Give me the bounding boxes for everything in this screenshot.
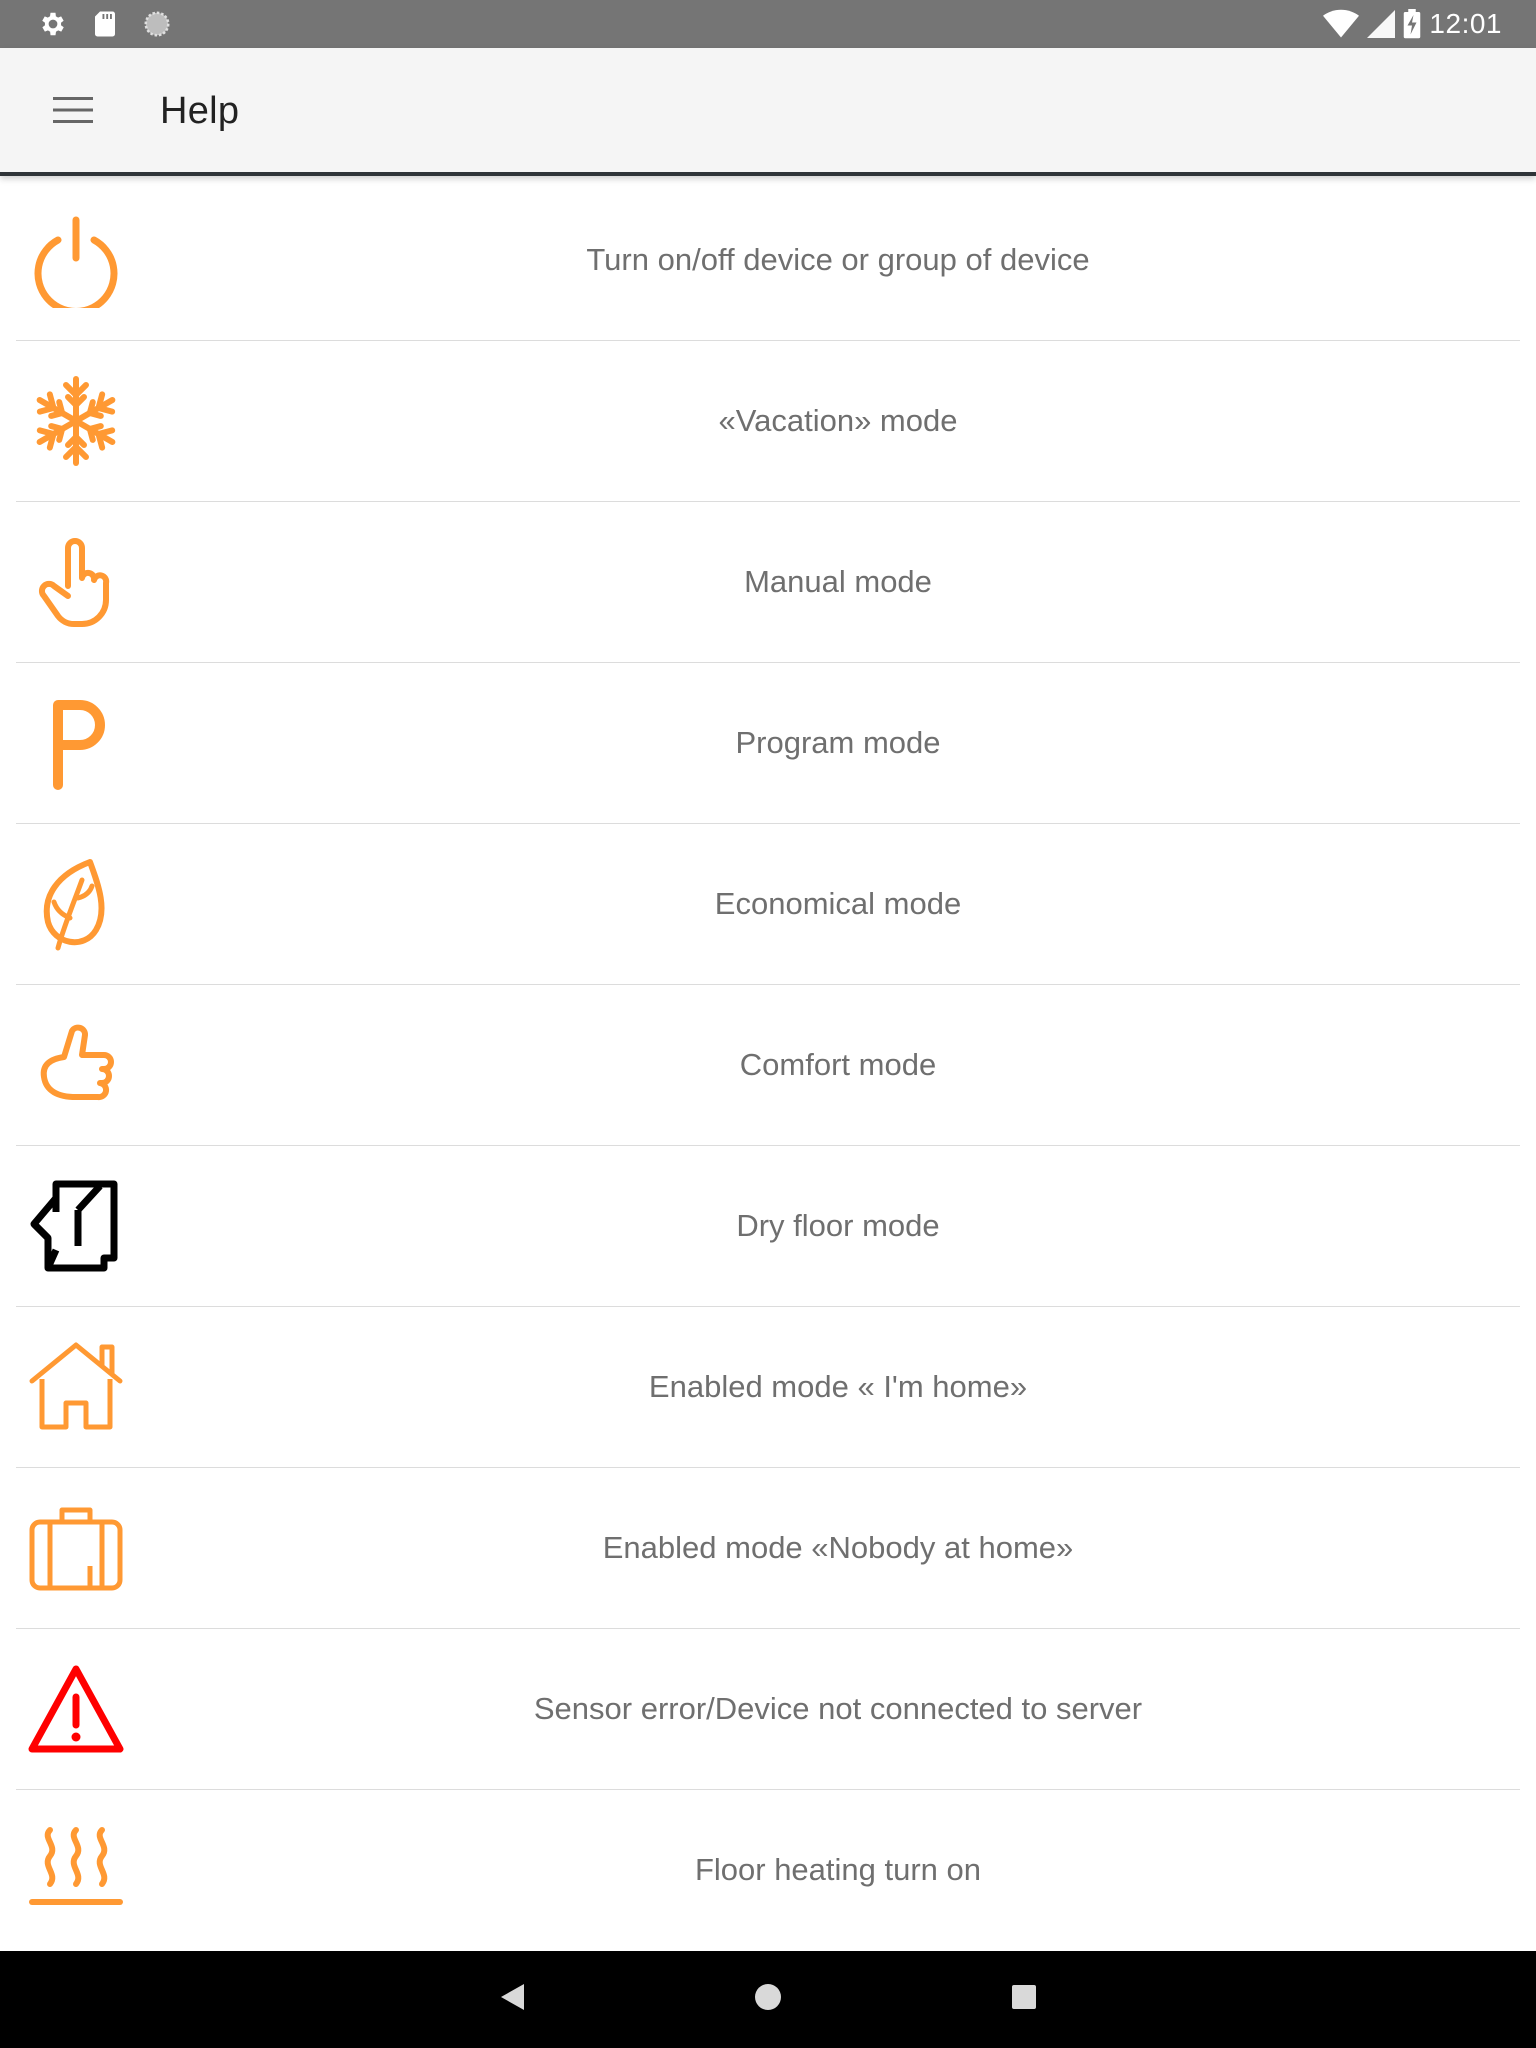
list-item-label: Floor heating turn on <box>694 1852 982 1887</box>
hamburger-menu-icon <box>53 96 93 129</box>
list-item-label: Sensor error/Device not connected to ser… <box>533 1691 1143 1726</box>
list-item-label: Turn on/off device or group of device <box>586 242 1090 277</box>
sync-icon <box>142 9 172 39</box>
battery-charging-icon <box>1403 9 1421 39</box>
help-list: Turn on/off device or group of device «V… <box>16 180 1520 1951</box>
list-item-label: Economical mode <box>714 886 962 921</box>
list-item: Enabled mode « I'm home» <box>16 1307 1520 1468</box>
list-item: Manual mode <box>16 502 1520 663</box>
list-item: Sensor error/Device not connected to ser… <box>16 1629 1520 1790</box>
status-left-icons <box>38 9 194 39</box>
list-item-label: Manual mode <box>744 564 932 599</box>
list-item: Dry floor mode <box>16 1146 1520 1307</box>
list-item-label: Program mode <box>735 725 941 760</box>
page-title: Help <box>160 90 240 132</box>
signal-icon <box>1367 10 1396 38</box>
list-item: «Vacation» mode <box>16 341 1520 502</box>
back-button[interactable] <box>492 1979 532 2019</box>
back-triangle-icon <box>498 1982 526 2017</box>
list-item-label: Enabled mode «Nobody at home» <box>602 1530 1074 1565</box>
list-item-label: «Vacation» mode <box>718 403 958 438</box>
status-bar: 12:01 <box>0 0 1536 48</box>
sd-card-icon <box>90 9 120 39</box>
home-button[interactable] <box>748 1979 788 2019</box>
gear-icon <box>38 9 68 39</box>
system-nav-bar <box>0 1951 1536 2048</box>
list-item: Economical mode <box>16 824 1520 985</box>
list-item-label: Dry floor mode <box>736 1208 940 1243</box>
list-item: Turn on/off device or group of device <box>16 180 1520 341</box>
list-item: Enabled mode «Nobody at home» <box>16 1468 1520 1629</box>
menu-button[interactable] <box>38 88 108 136</box>
status-time: 12:01 <box>1429 8 1502 39</box>
recents-square-icon <box>1010 1983 1038 2016</box>
home-circle-icon <box>753 1982 783 2017</box>
status-right-icons: 12:01 <box>1315 6 1502 42</box>
list-item-label: Enabled mode « I'm home» <box>648 1369 1028 1404</box>
wifi-icon <box>1323 9 1360 39</box>
list-item: Comfort mode <box>16 985 1520 1146</box>
app-bar: Help <box>0 48 1536 176</box>
list-item: Floor heating turn on <box>16 1790 1520 1951</box>
list-item-label: Comfort mode <box>739 1047 937 1082</box>
recents-button[interactable] <box>1004 1979 1044 2019</box>
list-item: Program mode <box>16 663 1520 824</box>
